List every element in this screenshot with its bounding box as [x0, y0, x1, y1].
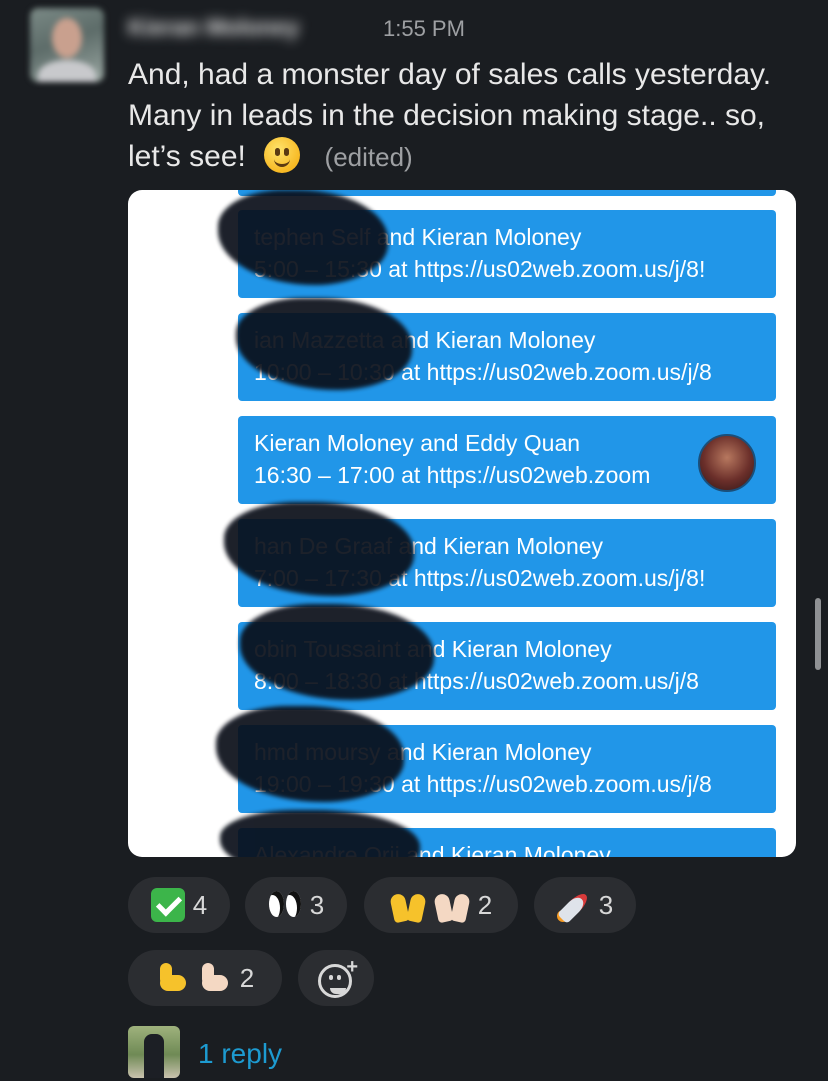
sender-name[interactable]: Kieran Moloney: [128, 14, 368, 42]
slightly-smiling-face-icon: [264, 137, 301, 173]
raised-hands-light-icon: [434, 888, 470, 922]
flexed-biceps-icon: [156, 961, 190, 995]
reaction-eyes[interactable]: 3: [245, 877, 347, 933]
reaction-flexed-biceps[interactable]: 2: [128, 950, 282, 1006]
reaction-count: 2: [239, 962, 255, 993]
reaction-count: 3: [309, 889, 325, 920]
message-text: And, had a monster day of sales calls ye…: [128, 58, 772, 173]
redaction-blot: [220, 810, 420, 857]
sender-avatar[interactable]: [30, 8, 104, 82]
white-check-mark-icon: [150, 888, 185, 922]
add-reaction-button[interactable]: +: [298, 950, 374, 1006]
reaction-check[interactable]: 4: [128, 877, 230, 933]
event-title: Kieran Moloney and Eddy Quan: [254, 430, 581, 456]
scrollbar[interactable]: [815, 598, 821, 670]
eyes-icon: [268, 888, 302, 922]
reaction-count: 2: [477, 889, 493, 920]
edited-label: (edited): [324, 142, 413, 172]
rocket-icon: [556, 888, 591, 924]
reply-count-link[interactable]: 1 reply: [198, 1038, 282, 1070]
reaction-rocket[interactable]: 3: [534, 877, 636, 933]
calendar-event: Kieran Moloney and Eddy Quan 16:30 – 17:…: [238, 416, 776, 504]
message-timestamp[interactable]: 1:55 PM: [383, 16, 465, 42]
raised-hands-icon: [390, 888, 426, 922]
reaction-count: 3: [598, 889, 614, 920]
reaction-raised-hands[interactable]: 2: [364, 877, 518, 933]
attached-image[interactable]: tephen Self and Kieran Moloney 5:00 – 15…: [128, 190, 796, 857]
replier-avatar: [128, 1026, 180, 1078]
reaction-count: 4: [192, 889, 208, 920]
flexed-biceps-light-icon: [198, 961, 232, 995]
add-reaction-icon: +: [318, 956, 358, 998]
event-time: 16:30 – 17:00 at https://us02web.zoom: [254, 462, 651, 488]
attendee-avatar: [698, 434, 756, 492]
message-body: And, had a monster day of sales calls ye…: [128, 54, 788, 178]
